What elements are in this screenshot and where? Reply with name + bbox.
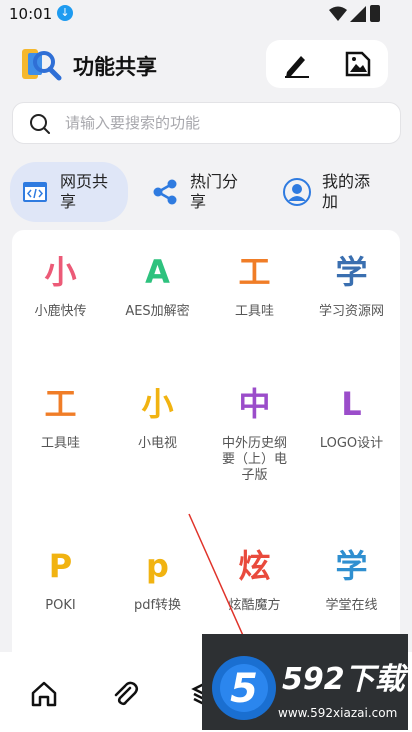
item-name: 学习资源网 [318,304,384,319]
share-icon [150,177,180,207]
pencil-icon [284,56,309,78]
status-bar: 10:01 ↓ [0,0,412,30]
item-name: 炫酷魔方 [228,598,281,613]
item-name: 小电视 [137,436,177,451]
item-glyph: L [341,385,362,423]
grid-item[interactable]: 小 小鹿快传 [12,250,109,320]
item-glyph: 炫 [238,547,271,585]
item-glyph: 学 [335,547,368,585]
item-glyph: 小 [44,253,77,291]
tab-hot-share[interactable]: 热门分享 [150,162,260,222]
grid-item[interactable]: 学 学堂在线 [303,544,400,614]
item-name: 小鹿快传 [34,304,87,319]
app-logo-icon [22,49,62,81]
search-input[interactable] [65,103,385,143]
image-icon [345,51,370,77]
item-glyph: A [145,253,170,291]
tab-web-share[interactable]: 网页共享 [10,162,128,222]
watermark-brand: 592下载 [282,662,405,697]
grid-item[interactable]: 小 小电视 [109,382,206,452]
status-time: 10:01 [9,5,53,23]
item-glyph: p [146,547,169,585]
item-name: 中外历史纲要（上）电子版 [221,436,287,483]
nav-home[interactable] [24,674,64,714]
item-name: 工具哇 [40,436,80,451]
watermark: 5 592下载 www.592xiazai.com [202,634,408,730]
grid-item[interactable]: L LOGO设计 [303,382,400,452]
item-glyph: 小 [141,385,174,423]
grid-item[interactable]: A AES加解密 [109,250,206,320]
tab-my-added[interactable]: 我的添加 [282,162,392,222]
nav-attachments[interactable] [105,674,145,714]
item-glyph: P [48,547,73,585]
item-glyph: 学 [335,253,368,291]
watermark-logo: 5 [212,656,276,720]
download-icon: ↓ [57,5,73,21]
header-actions [266,40,388,88]
battery-icon [370,5,380,22]
home-icon [31,681,57,707]
edit-button[interactable] [266,40,327,88]
user-icon [282,177,312,207]
item-glyph: 工 [238,253,271,291]
item-glyph: 中 [238,385,271,423]
paperclip-icon [114,681,138,706]
image-button[interactable] [327,40,388,88]
item-name: POKI [45,598,76,613]
grid-item[interactable]: 工 工具哇 [206,250,303,320]
grid-item[interactable]: 炫 炫酷魔方 [206,544,303,614]
item-name: AES加解密 [125,304,190,319]
search-bar [12,102,401,144]
item-name: 工具哇 [234,304,274,319]
tab-label: 我的添加 [322,172,371,211]
svg-text:5: 5 [230,666,258,712]
app-title: 功能共享 [73,55,157,79]
search-icon [30,114,50,134]
watermark-url: www.592xiazai.com [278,706,398,720]
app-header: 功能共享 [0,30,412,94]
function-grid: 小 小鹿快传 A AES加解密 工 工具哇 学 学习资源网 工 工具哇 小 小电… [12,230,400,660]
grid-item[interactable]: p pdf转换 [109,544,206,614]
grid-item[interactable]: P POKI [12,544,109,614]
tab-label: 网页共享 [60,172,109,211]
grid-item[interactable]: 学 学习资源网 [303,250,400,320]
tab-label: 热门分享 [190,172,239,211]
item-name: 学堂在线 [325,598,378,613]
item-name: pdf转换 [133,598,182,613]
web-code-icon [20,177,50,207]
category-tabs: 网页共享 热门分享 我的添加 [0,160,412,224]
grid-item[interactable]: 中 中外历史纲要（上）电子版 [206,382,303,484]
item-name: LOGO设计 [319,436,384,451]
item-glyph: 工 [44,385,77,423]
signal-icon [350,6,366,22]
wifi-icon [329,6,347,21]
grid-item[interactable]: 工 工具哇 [12,382,109,452]
